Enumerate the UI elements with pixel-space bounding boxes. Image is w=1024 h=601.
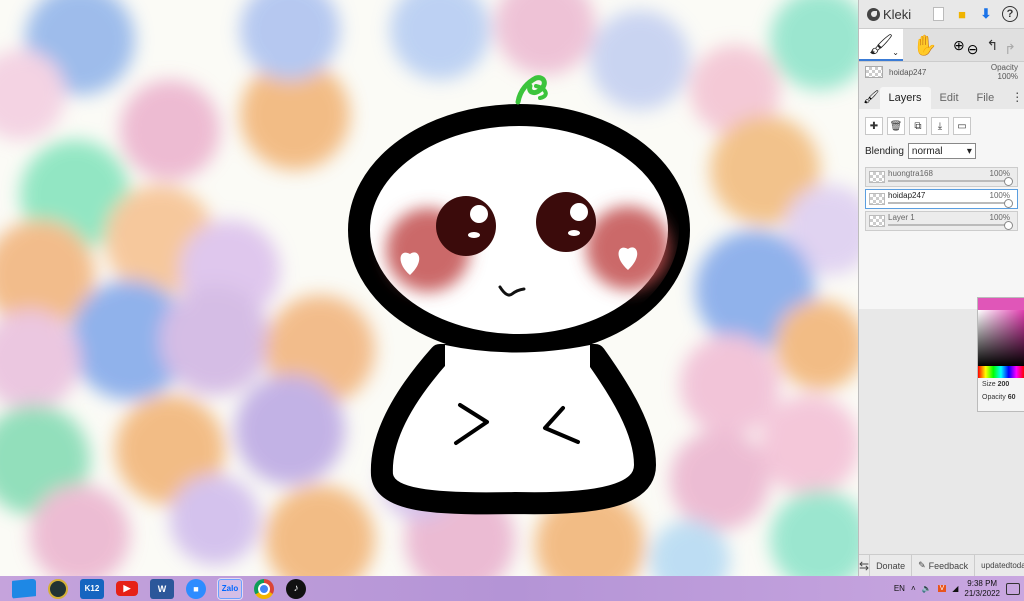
opacity-slider-knob[interactable] <box>1004 221 1013 230</box>
system-tray: EN ˄ 🔈 V ◢ 9:38 PM 21/3/2022 <box>894 579 1024 599</box>
blending-select[interactable]: normal ▾ <box>907 143 976 159</box>
opacity-row[interactable]: Opacity 60 <box>978 391 1024 404</box>
start-icon[interactable] <box>12 578 36 599</box>
picker-opacity-label: Opacity <box>982 394 1006 401</box>
hand-icon: ✋ <box>912 34 938 57</box>
zoom-app-icon[interactable]: ■ <box>186 578 206 599</box>
clock-date: 21/3/2022 <box>964 588 1000 598</box>
layer-thumbnail <box>869 193 885 205</box>
unikey-icon[interactable]: V <box>937 585 947 592</box>
swap-side-icon[interactable]: ⇆ <box>859 559 869 573</box>
brush-settings-icon[interactable]: 🖌 <box>863 85 880 109</box>
wifi-icon[interactable]: ◢ <box>952 584 958 593</box>
layer-buttons: ✚ 🗑 ⧉ ⤓ ▭ <box>865 117 1018 135</box>
tab-file[interactable]: File <box>968 87 1004 109</box>
hue-slider[interactable] <box>978 366 1024 378</box>
blending-row: Blending normal ▾ <box>865 143 1018 159</box>
layer-thumbnail <box>869 171 885 183</box>
tool-row: 🖌 ⌄ ✋ ⊕ ⊖ ↰ ↱ <box>859 28 1024 62</box>
merge-layer-icon[interactable]: ⤓ <box>931 117 949 135</box>
updated-line2: today <box>1010 560 1024 570</box>
app-title: Kleki <box>883 6 912 22</box>
chrome-icon[interactable] <box>254 578 274 599</box>
clock-time: 9:38 PM <box>967 578 998 588</box>
current-color-swatch[interactable] <box>978 298 1024 310</box>
youtube-icon[interactable]: ▶ <box>116 581 138 596</box>
taskbar: K12 ▶ W ■ Zalo ♪ EN ˄ 🔈 V ◢ 9:38 PM 21/3… <box>0 576 1024 601</box>
layer-row[interactable]: Layer 1 100% <box>865 211 1018 231</box>
panel-tabs: 🖌 Layers Edit File ⋮ <box>859 83 1024 109</box>
feedback-button[interactable]: ✎ Feedback <box>911 554 974 577</box>
chevron-down-icon: ▾ <box>966 145 972 157</box>
new-file-icon[interactable] <box>930 6 946 22</box>
brush-icon: 🖌 <box>868 33 894 56</box>
character-drawing <box>348 75 690 515</box>
feedback-icon: ✎ <box>918 560 926 570</box>
layer-name: hoidap247 <box>888 191 926 200</box>
size-row[interactable]: Size 200 <box>978 378 1024 391</box>
layers-panel: ✚ 🗑 ⧉ ⤓ ▭ Blending normal ▾ huongtra168 … <box>859 109 1024 309</box>
updated-badge[interactable]: updated today <box>974 554 1024 577</box>
size-label: Size <box>982 381 996 388</box>
panel-footer: ⇆ Donate ✎ Feedback updated today <box>859 554 1024 577</box>
zoom-out-icon[interactable]: ⊖ <box>967 41 979 58</box>
opacity-value: 100% <box>997 72 1018 81</box>
drawing-canvas[interactable] <box>0 0 858 576</box>
more-icon[interactable]: ⋮ <box>1003 85 1024 109</box>
opacity-label: Opacity <box>990 63 1018 72</box>
current-layer-name: hoidap247 <box>889 67 927 77</box>
donate-button[interactable]: Donate <box>869 554 911 577</box>
size-value: 200 <box>997 381 1010 388</box>
redo-icon[interactable]: ↱ <box>1004 41 1016 58</box>
updated-line1: updated <box>981 560 1011 570</box>
opacity-slider-knob[interactable] <box>1004 199 1013 208</box>
undo-icon[interactable]: ↰ <box>987 37 999 54</box>
brush-tool[interactable]: 🖌 ⌄ <box>859 29 903 61</box>
speaker-icon[interactable]: 🔈 <box>922 584 932 593</box>
panel-topbar: Kleki ■ ⬇ ? <box>859 0 1024 28</box>
open-folder-icon[interactable]: ■ <box>954 6 970 22</box>
current-layer-info: hoidap247 Opacity 100% <box>859 62 1024 82</box>
color-picker[interactable]: Size 200 Opacity 60 <box>977 297 1024 412</box>
kleki-logo-icon <box>867 7 880 21</box>
clock[interactable]: 9:38 PM 21/3/2022 <box>964 579 1000 599</box>
rename-layer-icon[interactable]: ▭ <box>953 117 971 135</box>
layer-row-selected[interactable]: hoidap247 100% <box>865 189 1018 209</box>
opacity-track[interactable] <box>888 202 1009 204</box>
layer-thumbnail <box>865 66 883 78</box>
duplicate-layer-icon[interactable]: ⧉ <box>909 117 927 135</box>
help-icon[interactable]: ? <box>1002 6 1018 22</box>
hand-tool[interactable]: ✋ <box>903 29 947 61</box>
blending-value: normal <box>911 145 943 157</box>
opacity-track[interactable] <box>888 180 1009 182</box>
add-layer-icon[interactable]: ✚ <box>865 117 883 135</box>
layer-name: huongtra168 <box>888 169 933 178</box>
game-app-icon[interactable] <box>48 578 68 599</box>
app-logo[interactable]: Kleki <box>867 7 911 22</box>
k12-app-icon[interactable]: K12 <box>80 578 104 599</box>
layer-name: Layer 1 <box>888 213 915 222</box>
picker-opacity-value: 60 <box>1007 394 1016 401</box>
tab-edit[interactable]: Edit <box>931 87 968 109</box>
chevron-up-icon[interactable]: ˄ <box>911 584 916 593</box>
blending-label: Blending <box>865 145 904 157</box>
language-indicator[interactable]: EN <box>894 584 905 593</box>
opacity-slider-knob[interactable] <box>1004 177 1013 186</box>
download-icon[interactable]: ⬇ <box>978 6 994 22</box>
opacity-track[interactable] <box>888 224 1009 226</box>
delete-layer-icon[interactable]: 🗑 <box>887 117 905 135</box>
layer-row[interactable]: huongtra168 100% <box>865 167 1018 187</box>
side-panel: Kleki ■ ⬇ ? 🖌 ⌄ ✋ ⊕ ⊖ ↰ ↱ hoidap247 Opac… <box>858 0 1024 577</box>
tab-layers[interactable]: Layers <box>879 87 931 109</box>
notification-icon[interactable] <box>1006 582 1020 595</box>
tiktok-icon[interactable]: ♪ <box>286 578 306 599</box>
chevron-down-icon[interactable]: ⌄ <box>892 48 899 57</box>
word-app-icon[interactable]: W <box>150 578 174 599</box>
layer-thumbnail <box>869 215 885 227</box>
zalo-app-icon[interactable]: Zalo <box>217 577 243 600</box>
canvas-artwork <box>0 0 858 576</box>
zoom-in-icon[interactable]: ⊕ <box>953 37 965 54</box>
saturation-value-area[interactable] <box>978 310 1024 366</box>
feedback-label: Feedback <box>928 560 969 571</box>
